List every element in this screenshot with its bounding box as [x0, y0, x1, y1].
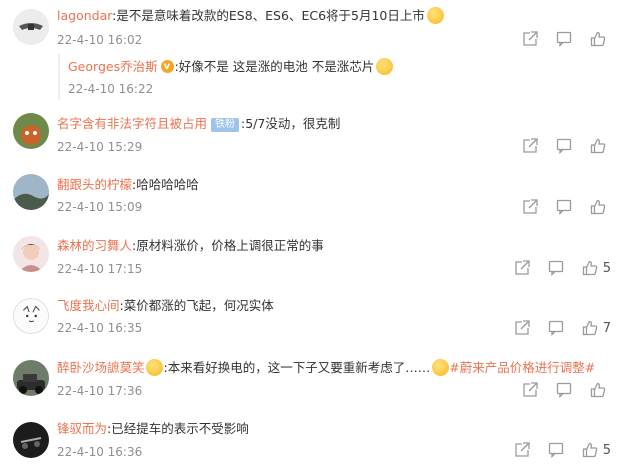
comment-actions	[504, 31, 611, 47]
like-icon	[582, 320, 598, 336]
like-button[interactable]: 5	[582, 260, 611, 276]
share-button[interactable]	[522, 199, 538, 215]
comment-time: 22-4-10 16:35	[57, 321, 143, 335]
comment-text: :原材料涨价，价格上调很正常的事	[132, 238, 324, 253]
comment-actions: 5	[496, 260, 611, 276]
avatar[interactable]	[13, 174, 49, 210]
share-button[interactable]	[522, 382, 538, 398]
like-button[interactable]	[590, 31, 611, 47]
comment-time: 22-4-10 15:29	[57, 140, 143, 154]
like-button[interactable]: 5	[582, 442, 611, 458]
comment-actions: 5	[496, 442, 611, 458]
avatar[interactable]	[13, 236, 49, 272]
comment-line: 醉卧沙场謶莫笑 :本来看好换电的，这一下子又要重新考虑了…… #蔚来产品价格进行调整…	[57, 359, 595, 377]
comment-icon	[556, 199, 572, 215]
share-icon	[523, 31, 538, 46]
share-button[interactable]	[522, 31, 538, 47]
comment-line: 名字含有非法字符且被占用 铁粉:5/7没动，很克制	[57, 115, 340, 133]
comment-button[interactable]	[556, 199, 572, 215]
avatar[interactable]	[13, 9, 49, 45]
comment-text: :好像不是 这是涨的电池 不是涨芯片	[174, 59, 375, 74]
comment-icon	[556, 31, 572, 47]
share-button[interactable]	[522, 138, 538, 154]
comment-time: 22-4-10 17:36	[57, 384, 143, 398]
reply-line: Georges乔治斯 :好像不是 这是涨的电池 不是涨芯片	[68, 58, 394, 76]
like-button[interactable]	[590, 138, 611, 154]
embarrassed-emoji-icon	[426, 7, 444, 24]
username-link[interactable]: 醉卧沙场謶莫笑	[57, 360, 145, 375]
like-count: 5	[602, 260, 611, 276]
comment-icon	[556, 138, 572, 154]
like-count: 5	[602, 442, 611, 458]
topic-link[interactable]: #蔚来产品价格进行调整#	[449, 360, 595, 375]
comment-icon	[556, 382, 572, 398]
comment-text: :5/7没动，很克制	[241, 116, 341, 131]
share-icon	[523, 199, 538, 214]
share-icon	[523, 382, 538, 397]
share-icon	[515, 442, 530, 457]
like-icon	[590, 199, 606, 215]
username-link[interactable]: 锋驭而为	[57, 421, 107, 436]
fan-badge: 铁粉	[211, 118, 240, 132]
share-button[interactable]	[514, 320, 530, 336]
comment-actions	[504, 382, 611, 398]
comment-text: :本来看好换电的，这一下子又要重新考虑了……	[163, 360, 431, 375]
laughing-emoji-icon	[432, 359, 450, 376]
like-icon	[590, 382, 606, 398]
avatar[interactable]	[13, 113, 49, 149]
comment-time: 22-4-10 16:36	[57, 445, 143, 459]
share-icon	[523, 138, 538, 153]
username-link[interactable]: 森林的习舞人	[57, 238, 132, 253]
avatar[interactable]	[13, 298, 49, 334]
comment-button[interactable]	[548, 320, 564, 336]
laughing-emoji-icon	[376, 58, 394, 75]
like-icon	[590, 31, 606, 47]
comment-text: :是不是意味着改款的ES8、ES6、EC6将于5月10日上市	[112, 8, 425, 23]
comment-line: 锋驭而为:已经提车的表示不受影响	[57, 420, 249, 438]
comment-button[interactable]	[556, 382, 572, 398]
comment-time: 22-4-10 17:15	[57, 262, 143, 276]
comment-actions	[504, 199, 611, 215]
comment-time: 22-4-10 16:02	[57, 33, 143, 47]
comment-button[interactable]	[548, 260, 564, 276]
avatar[interactable]	[13, 360, 49, 396]
like-icon	[590, 138, 606, 154]
comment-line: 翻跟头的柠檬:哈哈哈哈哈	[57, 176, 199, 194]
share-icon	[515, 260, 530, 275]
username-link[interactable]: 飞度我心间	[57, 298, 120, 313]
verified-icon	[160, 58, 174, 76]
comment-button[interactable]	[548, 442, 564, 458]
love-emoji-icon	[145, 359, 163, 376]
share-icon	[515, 320, 530, 335]
comment-button[interactable]	[556, 138, 572, 154]
comment-time: 22-4-10 15:09	[57, 200, 143, 214]
username-link[interactable]: 名字含有非法字符且被占用	[57, 116, 207, 131]
share-button[interactable]	[514, 442, 530, 458]
username-link[interactable]: Georges乔治斯	[68, 59, 158, 74]
comment-line: 飞度我心间:菜价都涨的飞起，何况实体	[57, 297, 274, 315]
comment-icon	[548, 442, 563, 458]
like-icon	[582, 260, 598, 276]
like-button[interactable]: 7	[582, 320, 611, 336]
username-link[interactable]: lagondar	[57, 8, 112, 23]
comment-text: :哈哈哈哈哈	[132, 177, 199, 192]
comment-button[interactable]	[556, 31, 572, 47]
reply-indicator	[58, 54, 60, 100]
comment-icon	[548, 320, 563, 336]
comment-text: :已经提车的表示不受影响	[107, 421, 249, 436]
comment-actions: 7	[496, 320, 611, 336]
share-button[interactable]	[514, 260, 530, 276]
avatar[interactable]	[13, 422, 49, 458]
like-count: 7	[602, 320, 611, 336]
like-button[interactable]	[590, 199, 611, 215]
username-link[interactable]: 翻跟头的柠檬	[57, 177, 132, 192]
like-icon	[582, 442, 598, 458]
like-button[interactable]	[590, 382, 611, 398]
comment-line: lagondar:是不是意味着改款的ES8、ES6、EC6将于5月10日上市	[57, 7, 444, 25]
comment-time: 22-4-10 16:22	[68, 82, 154, 96]
comment-actions	[504, 138, 611, 154]
comment-icon	[548, 260, 563, 276]
comment-text: :菜价都涨的飞起，何况实体	[119, 298, 274, 313]
comment-line: 森林的习舞人:原材料涨价，价格上调很正常的事	[57, 237, 324, 255]
